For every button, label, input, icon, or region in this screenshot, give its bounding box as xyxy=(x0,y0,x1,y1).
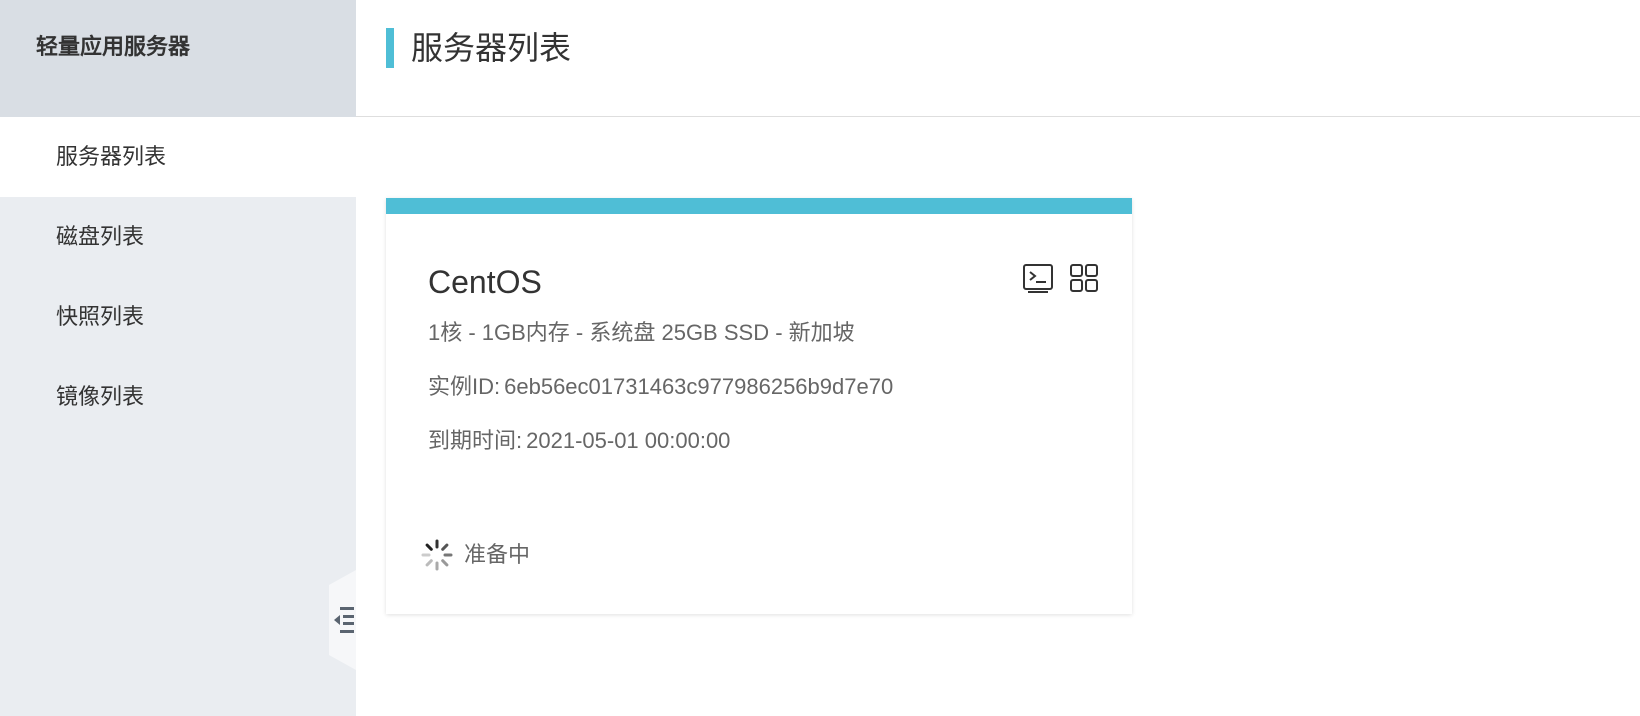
page-header: 服务器列表 xyxy=(356,0,1640,117)
app-root: 轻量应用服务器 服务器列表 磁盘列表 快照列表 镜像列表 服务器列表 CentO… xyxy=(0,0,1640,716)
sidebar-item-image-list[interactable]: 镜像列表 xyxy=(0,357,356,437)
sidebar-collapse-button[interactable] xyxy=(329,570,356,670)
collapse-icon xyxy=(334,607,354,633)
instance-id-value: 6eb56ec01731463c977986256b9d7e70 xyxy=(504,374,894,399)
expire-time-label: 到期时间: xyxy=(428,428,523,453)
server-card[interactable]: CentOS 1核 - 1GB内存 - 系统盘 25GB SSD - 新加坡 实… xyxy=(386,198,1132,614)
card-actions xyxy=(1022,262,1100,294)
server-os-name: CentOS xyxy=(428,264,542,300)
instance-id-row: 实例ID: 6eb56ec01731463c977986256b9d7e70 xyxy=(428,372,893,402)
terminal-icon[interactable] xyxy=(1022,262,1054,294)
page-title: 服务器列表 xyxy=(411,30,572,66)
card-accent-bar xyxy=(386,198,1132,214)
loading-spinner-icon xyxy=(421,539,453,571)
grid-icon[interactable] xyxy=(1068,262,1100,294)
instance-id-label: 实例ID: xyxy=(428,374,501,399)
status-text: 准备中 xyxy=(464,542,531,567)
title-accent-bar xyxy=(386,28,394,68)
sidebar-item-disk-list[interactable]: 磁盘列表 xyxy=(0,197,356,277)
server-status: 准备中 xyxy=(420,538,530,572)
server-spec: 1核 - 1GB内存 - 系统盘 25GB SSD - 新加坡 xyxy=(428,320,855,345)
sidebar-item-server-list[interactable]: 服务器列表 xyxy=(0,117,356,197)
expire-time-value: 2021-05-01 00:00:00 xyxy=(526,428,731,453)
expire-time-row: 到期时间: 2021-05-01 00:00:00 xyxy=(428,426,730,456)
sidebar-nav: 服务器列表 磁盘列表 快照列表 镜像列表 xyxy=(0,117,356,437)
sidebar-header: 轻量应用服务器 xyxy=(0,0,356,117)
sidebar-title: 轻量应用服务器 xyxy=(36,34,191,59)
sidebar: 轻量应用服务器 服务器列表 磁盘列表 快照列表 镜像列表 xyxy=(0,0,356,716)
sidebar-item-snapshot-list[interactable]: 快照列表 xyxy=(0,277,356,357)
